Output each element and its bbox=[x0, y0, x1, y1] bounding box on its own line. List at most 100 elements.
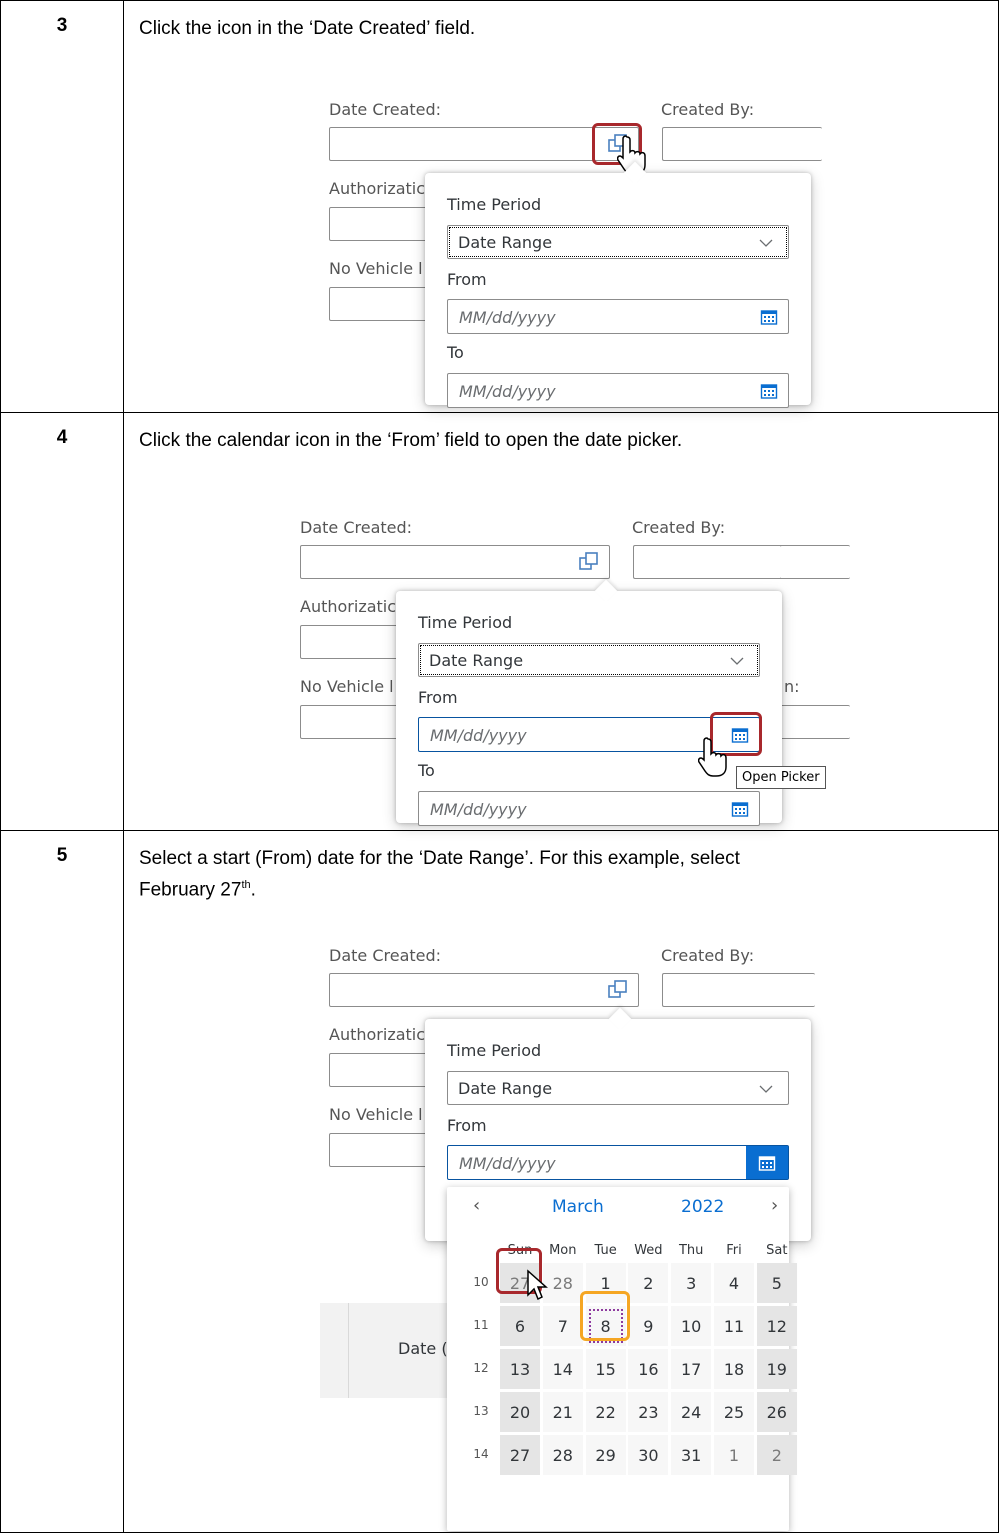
chevron-down-icon bbox=[759, 1085, 773, 1093]
calendar-day[interactable]: 10 bbox=[671, 1306, 712, 1346]
from-date-input[interactable]: MM/dd/yyyy bbox=[447, 299, 789, 334]
instruction-end: . bbox=[250, 879, 256, 901]
weekday-fri: Fri bbox=[726, 1243, 742, 1258]
calendar-day[interactable]: 18 bbox=[714, 1349, 754, 1389]
calendar-day[interactable]: 26 bbox=[756, 1392, 797, 1432]
step-body: Click the calendar icon in the ‘From’ fi… bbox=[123, 412, 999, 831]
week-number: 14 bbox=[473, 1447, 489, 1461]
authorization-label: Authorizatic bbox=[300, 597, 397, 616]
screenshot-step-3: Date Created: Created By: Authorizatic N… bbox=[329, 97, 999, 413]
created-by-label: Created By: bbox=[661, 100, 755, 119]
week-number: 13 bbox=[473, 1404, 489, 1418]
step-number: 4 bbox=[0, 412, 124, 831]
authorization-field[interactable] bbox=[329, 207, 429, 241]
date-created-field[interactable] bbox=[329, 973, 639, 1007]
calendar-day[interactable]: 25 bbox=[714, 1392, 754, 1432]
calendar-day[interactable]: 20 bbox=[500, 1392, 540, 1432]
step-number: 5 bbox=[0, 830, 124, 1533]
no-vehicle-field[interactable] bbox=[329, 287, 429, 321]
weekday-wed: Wed bbox=[634, 1243, 663, 1258]
calendar-day[interactable]: 2 bbox=[628, 1263, 669, 1303]
time-period-popover: Time Period Date Range From MM/dd/yyyy bbox=[396, 579, 826, 826]
calendar-icon[interactable] bbox=[760, 308, 778, 326]
calendar-day[interactable]: 6 bbox=[500, 1306, 540, 1346]
to-label: To bbox=[418, 761, 435, 780]
instruction-line-2: February 27 bbox=[139, 879, 242, 901]
calendar-day[interactable]: 29 bbox=[585, 1435, 626, 1475]
calendar-icon[interactable] bbox=[731, 800, 749, 818]
week-number: 11 bbox=[473, 1318, 489, 1332]
calendar-day[interactable]: 31 bbox=[671, 1435, 712, 1475]
from-placeholder: MM/dd/yyyy bbox=[459, 308, 556, 327]
week-number: 10 bbox=[473, 1275, 489, 1289]
prev-month-button[interactable]: ‹ bbox=[473, 1195, 480, 1216]
calendar-day[interactable]: 2 bbox=[756, 1435, 797, 1475]
calendar-day[interactable]: 12 bbox=[756, 1306, 797, 1346]
no-vehicle-label: No Vehicle l bbox=[300, 677, 394, 696]
calendar-day[interactable]: 16 bbox=[628, 1349, 669, 1389]
weekday-tue: Tue bbox=[594, 1243, 617, 1258]
from-date-input[interactable]: MM/dd/yyyy bbox=[447, 1145, 789, 1180]
created-by-field-end bbox=[780, 545, 850, 579]
time-period-select[interactable]: Date Range bbox=[418, 643, 760, 677]
calendar-day[interactable]: 19 bbox=[756, 1349, 797, 1389]
authorization-field[interactable] bbox=[329, 1053, 429, 1087]
calendar-day[interactable]: 23 bbox=[628, 1392, 669, 1432]
to-date-input[interactable]: MM/dd/yyyy bbox=[418, 791, 760, 826]
calendar-icon[interactable] bbox=[760, 382, 778, 400]
instruction-superscript: th bbox=[241, 879, 251, 891]
calendar-day[interactable]: 1 bbox=[714, 1435, 754, 1475]
step-instruction: Select a start (From) date for the ‘Date… bbox=[139, 845, 989, 903]
time-period-select[interactable]: Date Range bbox=[447, 225, 789, 259]
from-placeholder: MM/dd/yyyy bbox=[459, 1154, 556, 1173]
no-vehicle-field[interactable] bbox=[329, 1133, 429, 1167]
calendar-day[interactable]: 3 bbox=[671, 1263, 712, 1303]
date-created-label: Date Created: bbox=[329, 100, 442, 119]
year-button[interactable]: 2022 bbox=[681, 1197, 724, 1217]
step-instruction: Click the calendar icon in the ‘From’ fi… bbox=[139, 430, 683, 451]
calendar-day[interactable]: 11 bbox=[714, 1306, 754, 1346]
popover-arrow bbox=[594, 579, 618, 603]
calendar-day[interactable]: 24 bbox=[671, 1392, 712, 1432]
next-month-button[interactable]: › bbox=[771, 1195, 778, 1216]
calendar-day[interactable]: 28 bbox=[542, 1435, 583, 1475]
created-by-field[interactable] bbox=[662, 127, 822, 161]
time-period-select[interactable]: Date Range bbox=[447, 1071, 789, 1105]
no-vehicle-label: No Vehicle l bbox=[329, 259, 423, 278]
instruction-line-1: Select a start (From) date for the ‘Date… bbox=[139, 848, 740, 869]
right-field[interactable] bbox=[780, 705, 850, 739]
chevron-down-icon bbox=[759, 239, 773, 247]
calendar-day[interactable]: 7 bbox=[542, 1306, 583, 1346]
step-body: Click the icon in the ‘Date Created’ fie… bbox=[123, 0, 999, 413]
calendar-day[interactable]: 30 bbox=[628, 1435, 669, 1475]
today-highlight-box bbox=[580, 1291, 630, 1341]
screenshot-step-4: Date Created: Created By: Authorizatic N… bbox=[300, 515, 999, 831]
calendar-day[interactable]: 9 bbox=[628, 1306, 669, 1346]
authorization-label: Authorizatic bbox=[329, 179, 426, 198]
calendar-day[interactable]: 13 bbox=[500, 1349, 540, 1389]
value-help-icon[interactable] bbox=[577, 550, 601, 574]
calendar-day[interactable]: 22 bbox=[585, 1392, 626, 1432]
calendar-day[interactable]: 27 bbox=[500, 1435, 540, 1475]
weekday-thu: Thu bbox=[678, 1243, 704, 1258]
authorization-field[interactable] bbox=[300, 625, 400, 659]
created-by-field[interactable] bbox=[662, 973, 815, 1007]
calendar-day[interactable]: 21 bbox=[542, 1392, 583, 1432]
time-period-value: Date Range bbox=[458, 233, 553, 252]
open-picker-button[interactable] bbox=[746, 1146, 788, 1179]
time-period-value: Date Range bbox=[429, 651, 524, 670]
created-by-label: Created By: bbox=[661, 946, 755, 965]
hand-cursor-icon bbox=[698, 737, 727, 777]
calendar-day[interactable]: 5 bbox=[756, 1263, 797, 1303]
open-picker-tooltip: Open Picker bbox=[736, 766, 826, 789]
calendar-day[interactable]: 4 bbox=[714, 1263, 754, 1303]
no-vehicle-field[interactable] bbox=[300, 705, 400, 739]
to-date-input[interactable]: MM/dd/yyyy bbox=[447, 373, 789, 408]
value-help-icon[interactable] bbox=[606, 978, 630, 1002]
calendar-day[interactable]: 15 bbox=[585, 1349, 626, 1389]
right-label-fragment: n: bbox=[784, 677, 800, 696]
calendar-day[interactable]: 14 bbox=[542, 1349, 583, 1389]
date-created-field[interactable] bbox=[300, 545, 610, 579]
month-button[interactable]: March bbox=[552, 1197, 604, 1217]
calendar-day[interactable]: 17 bbox=[671, 1349, 712, 1389]
